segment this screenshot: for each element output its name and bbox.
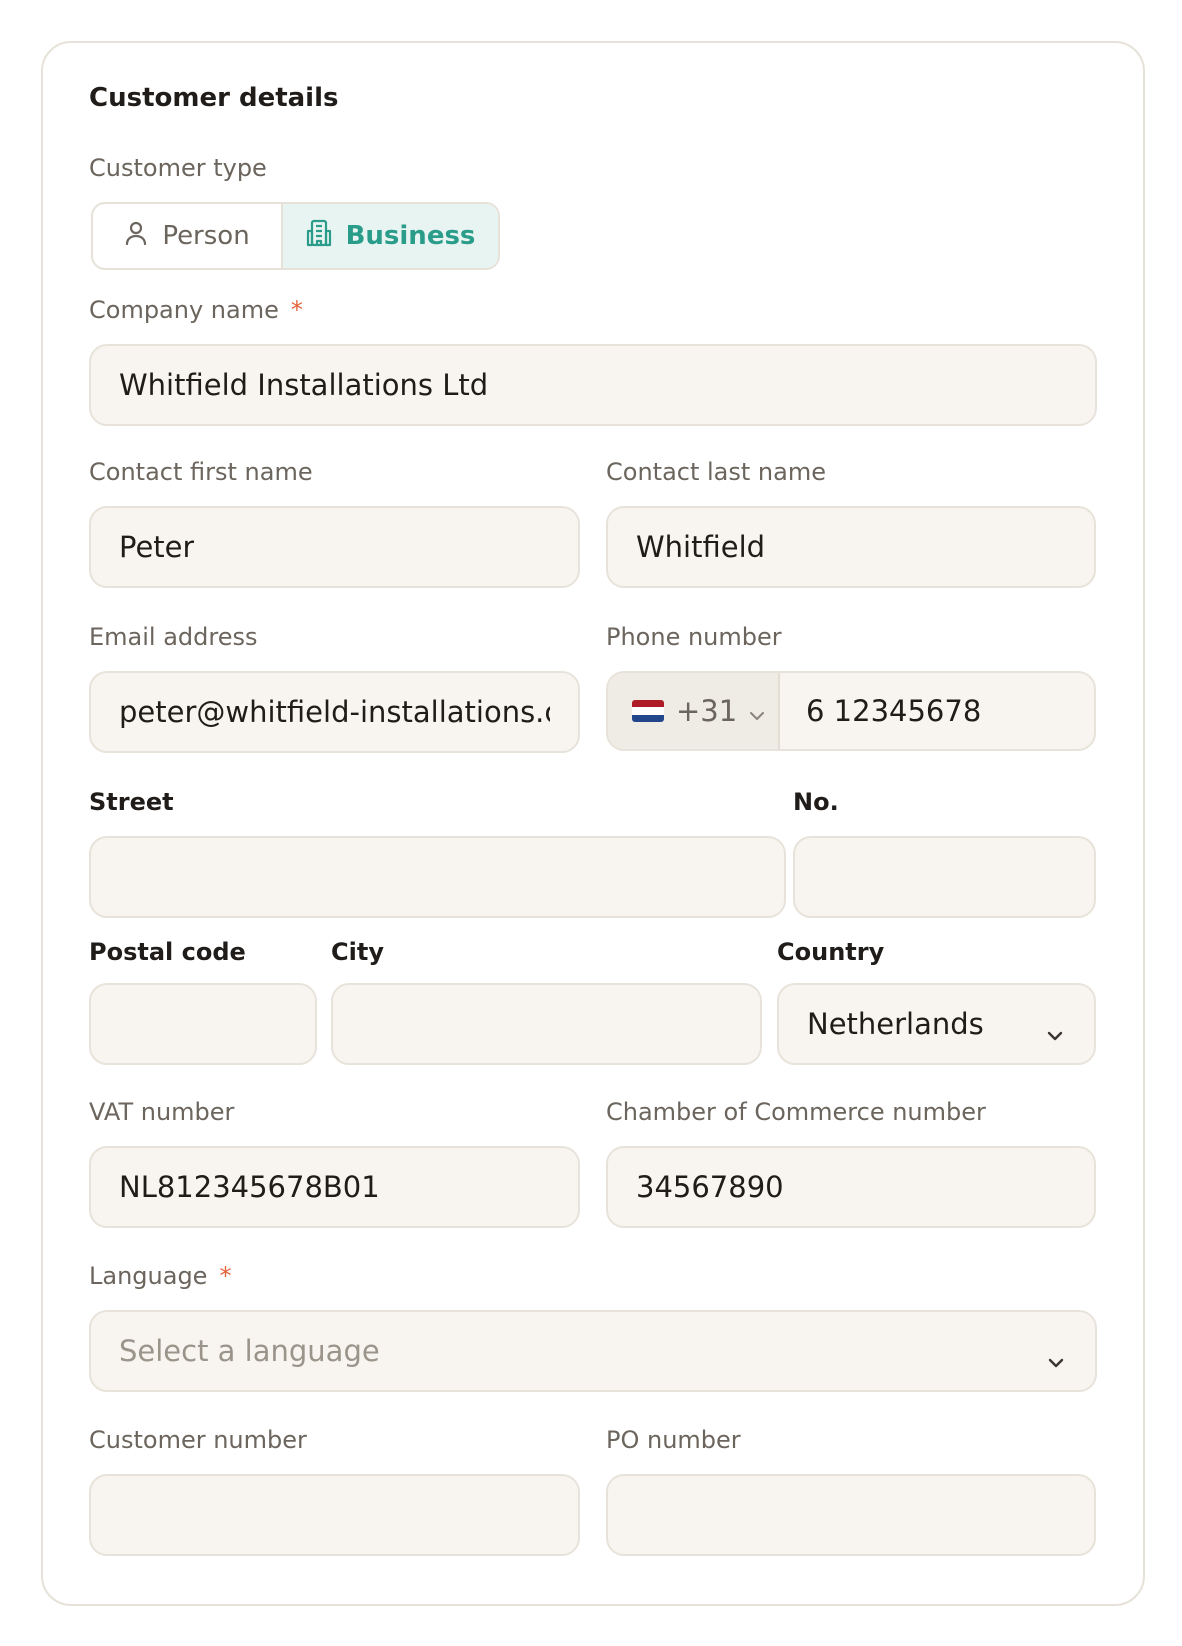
- company-name-label: Company name *: [89, 298, 303, 322]
- house-number-input[interactable]: [793, 836, 1096, 918]
- po-number-label: PO number: [606, 1426, 741, 1454]
- customer-number-input[interactable]: [89, 1474, 580, 1556]
- customer-type-toggle: Person Business: [91, 202, 500, 270]
- person-icon: [124, 220, 148, 253]
- customer-type-business-label: Business: [345, 221, 476, 251]
- country-select[interactable]: Netherlands: [777, 983, 1096, 1065]
- chevron-down-icon: [1045, 1344, 1067, 1368]
- contact-first-name-label: Contact first name: [89, 458, 313, 486]
- postal-code-input[interactable]: [89, 983, 317, 1065]
- language-select[interactable]: Select a language: [89, 1310, 1097, 1392]
- vat-number-value: NL812345678B01: [119, 1170, 380, 1204]
- email-value: peter@whitfield-installations.com: [119, 695, 550, 729]
- country-label: Country: [777, 938, 885, 966]
- country-value: Netherlands: [807, 1007, 984, 1041]
- house-number-label: No.: [793, 788, 839, 816]
- company-name-value: Whitfield Installations Ltd: [119, 368, 489, 402]
- netherlands-flag-icon: [632, 700, 664, 722]
- country-code-value: +31: [676, 694, 738, 728]
- chevron-down-icon: [749, 694, 765, 728]
- postal-code-label: Postal code: [89, 938, 246, 966]
- city-label: City: [331, 938, 384, 966]
- contact-last-name-input[interactable]: Whitfield: [606, 506, 1096, 588]
- required-mark: *: [290, 296, 303, 324]
- company-name-input[interactable]: Whitfield Installations Ltd: [89, 344, 1097, 426]
- language-placeholder: Select a language: [119, 1334, 380, 1368]
- coc-number-input[interactable]: 34567890: [606, 1146, 1096, 1228]
- city-input[interactable]: [331, 983, 762, 1065]
- street-label: Street: [89, 788, 174, 816]
- country-code-selector[interactable]: +31: [608, 673, 780, 749]
- email-input[interactable]: peter@whitfield-installations.com: [89, 671, 580, 753]
- language-label: Language *: [89, 1264, 231, 1288]
- po-number-input[interactable]: [606, 1474, 1096, 1556]
- vat-number-label: VAT number: [89, 1098, 235, 1126]
- company-name-label-text: Company name: [89, 296, 279, 324]
- street-input[interactable]: [89, 836, 786, 918]
- contact-first-name-value: Peter: [119, 530, 195, 564]
- coc-number-label: Chamber of Commerce number: [606, 1098, 986, 1126]
- customer-number-label: Customer number: [89, 1426, 307, 1454]
- customer-type-person-button[interactable]: Person: [93, 204, 283, 268]
- vat-number-input[interactable]: NL812345678B01: [89, 1146, 580, 1228]
- section-title: Customer details: [89, 83, 339, 113]
- phone-number-value: 6 12345678: [806, 694, 982, 728]
- phone-label: Phone number: [606, 623, 782, 651]
- required-mark: *: [219, 1262, 232, 1290]
- phone-field: +31 6 12345678: [606, 671, 1096, 751]
- email-label: Email address: [89, 623, 258, 651]
- contact-last-name-label: Contact last name: [606, 458, 826, 486]
- chevron-down-icon: [1044, 1017, 1066, 1041]
- coc-number-value: 34567890: [636, 1170, 784, 1204]
- customer-type-label: Customer type: [89, 154, 267, 182]
- contact-last-name-value: Whitfield: [636, 530, 766, 564]
- contact-first-name-input[interactable]: Peter: [89, 506, 580, 588]
- building-icon: [306, 219, 332, 254]
- language-label-text: Language: [89, 1262, 208, 1290]
- customer-type-business-button[interactable]: Business: [283, 204, 498, 268]
- customer-type-person-label: Person: [162, 221, 250, 251]
- phone-number-input[interactable]: 6 12345678: [780, 673, 1094, 749]
